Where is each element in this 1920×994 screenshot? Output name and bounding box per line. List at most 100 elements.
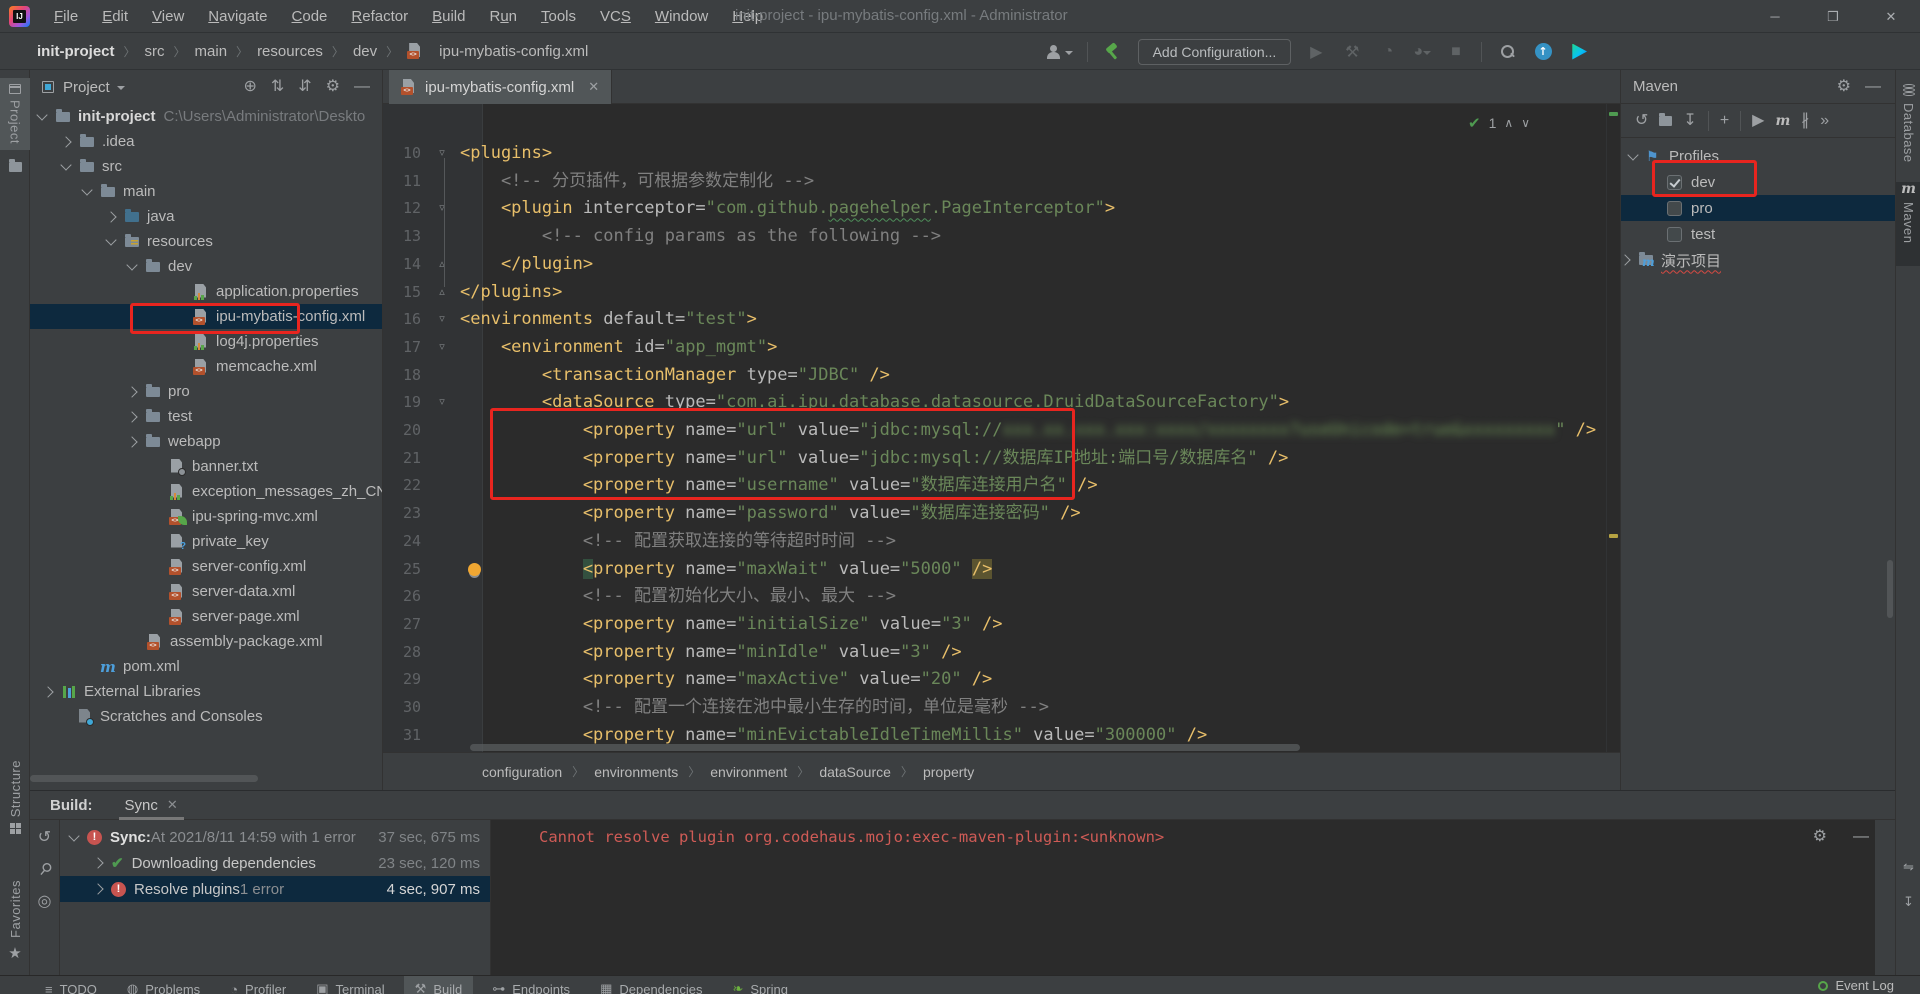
tree-item[interactable]: <>server-data.xml: [30, 579, 382, 604]
chevron-right-icon[interactable]: [60, 136, 71, 147]
build-tree-row[interactable]: !Sync: At 2021/8/11 14:59 with 1 error37…: [60, 824, 490, 850]
code-editor[interactable]: 10▿<plugins>11 <!-- 分页插件，可根据参数定制化 -->12▿…: [383, 104, 1620, 752]
chevron-down-icon[interactable]: [68, 830, 79, 841]
code-line[interactable]: <property name="password" value="数据库连接密码…: [460, 500, 1081, 528]
chevron-down-icon[interactable]: [1627, 149, 1638, 160]
code-line[interactable]: </plugin>: [460, 251, 593, 279]
tree-item[interactable]: ?private_key: [30, 529, 382, 554]
editor-tab[interactable]: <> ipu-mybatis-config.xml ✕: [389, 70, 612, 104]
chevron-right-icon[interactable]: [126, 411, 137, 422]
code-line[interactable]: <property name="maxActive" value="20" />: [460, 666, 992, 694]
menu-refactor[interactable]: Refactor: [341, 5, 418, 28]
chevron-right-icon[interactable]: [105, 211, 116, 222]
status-tab-problems[interactable]: ◍Problems: [116, 976, 211, 994]
menu-tools[interactable]: Tools: [531, 5, 586, 28]
inspections-widget[interactable]: ✔ 1 ∧ ∨: [1468, 114, 1530, 132]
vertical-scrollbar[interactable]: [1887, 560, 1893, 618]
fold-marker[interactable]: ▿: [435, 389, 449, 417]
execute-maven-goal-button[interactable]: m: [1775, 114, 1790, 128]
build-tab-sync[interactable]: Sync ✕: [125, 791, 178, 820]
event-log-button[interactable]: Event Log: [1818, 978, 1894, 993]
code-line[interactable]: <property name="username" value="数据库连接用户…: [460, 472, 1098, 500]
build-project-button[interactable]: [1102, 41, 1124, 63]
hide-panel-button[interactable]: —: [1865, 79, 1881, 95]
maven-tree-item[interactable]: dev: [1621, 169, 1895, 195]
chevron-down-icon[interactable]: [36, 109, 47, 120]
status-tab-profiler[interactable]: ◔Profiler: [219, 976, 297, 994]
commit-folder-button[interactable]: [0, 162, 30, 172]
tree-item[interactable]: java: [30, 204, 382, 229]
prev-problem-button[interactable]: ∧: [1504, 117, 1513, 129]
profile-checkbox[interactable]: [1667, 201, 1682, 216]
fold-marker[interactable]: ▿: [435, 306, 449, 334]
tree-item[interactable]: exception_messages_zh_CN.pr: [30, 479, 382, 504]
chevron-right-icon[interactable]: [42, 686, 53, 697]
update-button[interactable]: ↑: [1532, 41, 1554, 63]
menu-vcs[interactable]: VCS: [590, 5, 641, 28]
tree-item[interactable]: <>server-page.xml: [30, 604, 382, 629]
tree-item[interactable]: Scratches and Consoles: [30, 704, 382, 729]
status-tab-endpoints[interactable]: ⊶Endpoints: [481, 976, 581, 994]
menu-file[interactable]: File: [44, 5, 88, 28]
menu-view[interactable]: View: [142, 5, 194, 28]
add-configuration-button[interactable]: Add Configuration...: [1138, 39, 1292, 65]
tool-tab-project[interactable]: Project: [0, 78, 30, 150]
tool-tab-structure[interactable]: Structure: [0, 760, 30, 850]
tool-tab-maven[interactable]: m Maven: [1896, 182, 1920, 266]
maximize-button[interactable]: ❒: [1804, 0, 1862, 33]
profiler-button[interactable]: ◔: [1377, 41, 1399, 63]
menu-edit[interactable]: Edit: [92, 5, 138, 28]
add-maven-project-button[interactable]: +: [1720, 113, 1729, 129]
tree-item[interactable]: src: [30, 154, 382, 179]
status-tab-dependencies[interactable]: ▦Dependencies: [589, 976, 713, 994]
code-line[interactable]: <!-- 配置初始化大小、最小、最大 -->: [460, 583, 896, 611]
chevron-right-icon[interactable]: [92, 857, 103, 868]
code-line[interactable]: <property name="url" value="jdbc:mysql:/…: [460, 417, 1596, 445]
tree-item[interactable]: <>memcache.xml: [30, 354, 382, 379]
tree-item[interactable]: init-projectC:\Users\Administrator\Deskt…: [30, 104, 382, 129]
code-line[interactable]: <environments default="test">: [460, 306, 757, 334]
code-line[interactable]: <!-- 配置获取连接的等待超时时间 -->: [460, 528, 896, 556]
project-panel-title[interactable]: Project: [63, 79, 110, 96]
hide-panel-button[interactable]: —: [1853, 829, 1869, 845]
code-line[interactable]: <!-- config params as the following -->: [460, 223, 941, 251]
maven-tree-item[interactable]: test: [1621, 221, 1895, 247]
expand-all-button[interactable]: ⇅: [271, 79, 284, 95]
maven-tree-item[interactable]: pro: [1621, 195, 1895, 221]
menu-navigate[interactable]: Navigate: [198, 5, 277, 28]
fold-marker[interactable]: ▵: [435, 279, 449, 307]
code-line[interactable]: <!-- 配置一个连接在池中最小生存的时间，单位是毫秒 -->: [460, 694, 1049, 722]
chevron-right-icon[interactable]: [126, 436, 137, 447]
profile-checkbox[interactable]: [1667, 175, 1682, 190]
code-line[interactable]: <property name="initialSize" value="3" /…: [460, 611, 1003, 639]
breadcrumb-item[interactable]: main: [195, 43, 228, 60]
plugin-button[interactable]: [1568, 41, 1590, 63]
breadcrumb-file[interactable]: ipu-mybatis-config.xml: [439, 43, 588, 60]
code-line[interactable]: <!-- 分页插件，可根据参数定制化 -->: [460, 168, 814, 196]
debug-button[interactable]: ⚒: [1341, 41, 1363, 63]
tree-item[interactable]: banner.txt: [30, 454, 382, 479]
menu-window[interactable]: Window: [645, 5, 718, 28]
code-line[interactable]: <property name="url" value="jdbc:mysql:/…: [460, 445, 1288, 473]
tree-item[interactable]: <>server-config.xml: [30, 554, 382, 579]
fold-marker[interactable]: ▵: [435, 251, 449, 279]
minimize-button[interactable]: ─: [1746, 0, 1804, 33]
code-line[interactable]: <environment id="app_mgmt">: [460, 334, 777, 362]
tree-item[interactable]: <>assembly-package.xml: [30, 629, 382, 654]
settings-gear-button[interactable]: ⚙: [326, 79, 340, 95]
breadcrumb-item[interactable]: init-project: [37, 43, 115, 60]
status-tab-build[interactable]: ⚒Build: [404, 976, 474, 994]
tool-tab-favorites[interactable]: Favorites ★: [0, 880, 30, 972]
breadcrumb-item[interactable]: dev: [353, 43, 377, 60]
tree-item[interactable]: resources: [30, 229, 382, 254]
next-problem-button[interactable]: ∨: [1521, 117, 1530, 129]
breadcrumb-item[interactable]: resources: [257, 43, 323, 60]
xml-breadcrumb-item[interactable]: property: [923, 764, 974, 780]
build-console[interactable]: Cannot resolve plugin org.codehaus.mojo:…: [490, 820, 1875, 975]
xml-breadcrumb-item[interactable]: environments: [594, 764, 678, 780]
tool-tab-database[interactable]: Database: [1896, 84, 1920, 194]
chevron-down-icon[interactable]: [60, 159, 71, 170]
xml-breadcrumb-item[interactable]: dataSource: [819, 764, 891, 780]
fold-marker[interactable]: ▿: [435, 195, 449, 223]
hide-panel-button[interactable]: —: [354, 79, 370, 95]
